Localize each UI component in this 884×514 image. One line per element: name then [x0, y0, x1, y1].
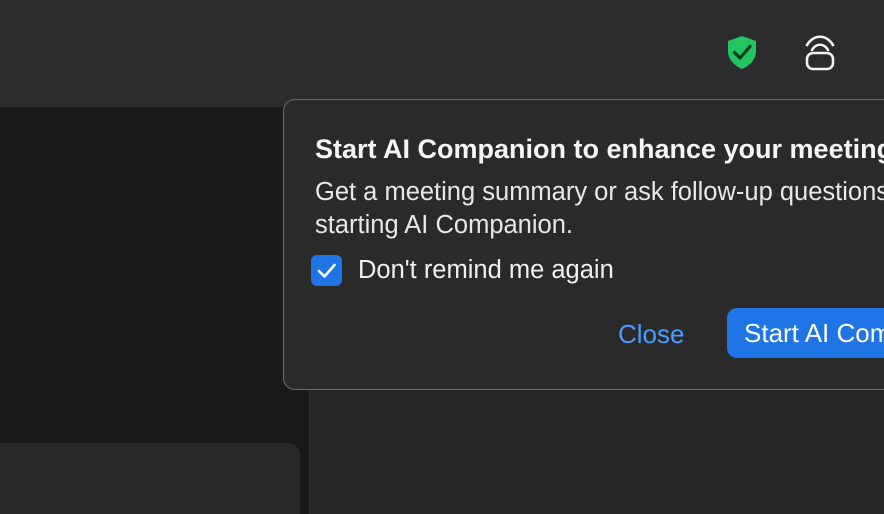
shield-check-icon[interactable]	[723, 33, 761, 71]
meeting-window: Start AI Companion to enhance your meeti…	[0, 0, 884, 514]
popover-body-line: starting AI Companion.	[315, 211, 573, 239]
top-toolbar	[0, 0, 884, 107]
ai-companion-popover: Start AI Companion to enhance your meeti…	[283, 99, 884, 390]
popover-body-line: Get a meeting summary or ask follow-up q…	[315, 178, 884, 206]
signal-sync-icon[interactable]	[800, 30, 840, 74]
dont-remind-checkbox[interactable]	[311, 255, 342, 286]
checkmark-icon	[317, 263, 336, 278]
participant-card	[0, 443, 300, 514]
close-button[interactable]: Close	[618, 319, 684, 350]
start-ai-companion-button[interactable]: Start AI Companion	[727, 308, 884, 358]
dont-remind-label[interactable]: Don't remind me again	[358, 256, 614, 285]
popover-title: Start AI Companion to enhance your meeti…	[315, 134, 884, 164]
popover-body: Get a meeting summary or ask follow-up q…	[315, 176, 884, 242]
